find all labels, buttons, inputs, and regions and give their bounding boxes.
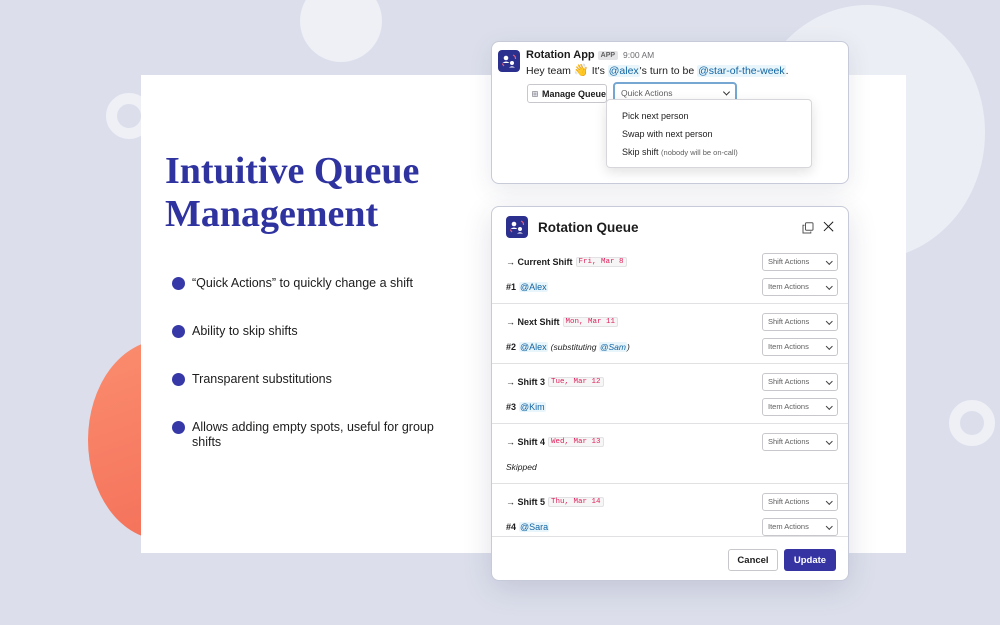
chevron-down-icon	[825, 437, 832, 444]
shift-date: Mon, Mar 11	[562, 316, 619, 327]
queue-item-row: #2 @Alex (substituting @Sam) Item Action…	[506, 334, 838, 359]
chevron-down-icon	[825, 282, 832, 289]
feature-text: “Quick Actions” to quickly change a shif…	[192, 276, 413, 290]
group-mention[interactable]: @star-of-the-week	[697, 65, 786, 77]
queue-icon	[532, 90, 538, 97]
quick-actions-menu: Pick next person Swap with next person S…	[606, 99, 812, 168]
item-actions-select[interactable]: Item Actions	[762, 517, 838, 536]
page-title: Intuitive Queue Management	[165, 150, 420, 235]
shift-group: → Current Shift Fri, Mar 8 Shift Actions…	[492, 249, 848, 304]
chevron-down-icon	[825, 342, 832, 349]
shift-actions-select[interactable]: Shift Actions	[762, 492, 838, 511]
person-mention[interactable]: @Sara	[519, 521, 550, 532]
chevron-down-icon	[825, 522, 832, 529]
queue-position: #3	[506, 401, 517, 412]
quick-actions-placeholder: Quick Actions	[621, 87, 673, 98]
feature-list: “Quick Actions” to quickly change a shif…	[172, 276, 447, 483]
modal-footer: Cancel Update	[492, 536, 848, 580]
shift-group: → Shift 4 Wed, Mar 13 Shift Actions Skip…	[492, 429, 848, 484]
feature-item: Allows adding empty spots, useful for gr…	[172, 420, 447, 450]
shift-date: Tue, Mar 12	[548, 376, 604, 387]
manage-queue-label: Manage Queue	[541, 88, 606, 99]
queue-item-row: #3 @Kim Item Actions	[506, 394, 838, 419]
rotation-app-icon	[506, 216, 528, 238]
chevron-down-icon	[825, 317, 832, 324]
shift-row: → Shift 3 Tue, Mar 12 Shift Actions	[506, 369, 838, 394]
person-mention[interactable]: @Alex	[519, 341, 548, 352]
bullet-icon	[172, 421, 185, 434]
message-header: Rotation App APP 9:00 AM	[526, 49, 654, 61]
shift-actions-select[interactable]: Shift Actions	[762, 252, 838, 271]
item-actions-select[interactable]: Item Actions	[762, 397, 838, 416]
shift-date: Fri, Mar 8	[575, 256, 627, 267]
chevron-down-icon	[825, 377, 832, 384]
chevron-down-icon	[722, 87, 731, 96]
shift-row: → Shift 4 Wed, Mar 13 Shift Actions	[506, 429, 838, 454]
feature-text: Transparent substitutions	[192, 372, 332, 386]
shift-row: → Next Shift Mon, Mar 11 Shift Actions	[506, 309, 838, 334]
bullet-icon	[172, 277, 185, 290]
item-actions-select[interactable]: Item Actions	[762, 277, 838, 296]
queue-position: #1	[506, 281, 517, 292]
modal-title: Rotation Queue	[538, 220, 639, 235]
wave-emoji-icon: 👋	[573, 63, 589, 77]
queue-position: #2	[506, 341, 517, 352]
decorative-circle	[300, 0, 382, 62]
copy-icon[interactable]	[802, 222, 814, 234]
skipped-row: Skipped	[506, 454, 838, 479]
app-name[interactable]: Rotation App	[526, 49, 595, 61]
shift-label: → Shift 4	[506, 436, 546, 447]
feature-item: “Quick Actions” to quickly change a shif…	[172, 276, 447, 291]
substituted-person-mention[interactable]: @Sam	[598, 341, 627, 352]
menu-item-note: (nobody will be on-call)	[661, 148, 738, 157]
shift-group: → Next Shift Mon, Mar 11 Shift Actions #…	[492, 309, 848, 364]
chevron-down-icon	[825, 497, 832, 504]
bullet-icon	[172, 325, 185, 338]
feature-item: Ability to skip shifts	[172, 324, 447, 339]
queue-position: #4	[506, 521, 517, 532]
message-time[interactable]: 9:00 AM	[623, 50, 654, 60]
update-button[interactable]: Update	[784, 549, 836, 571]
substitution-note: (substituting @Sam)	[550, 341, 630, 352]
user-mention[interactable]: @alex	[607, 65, 640, 77]
shift-label: → Shift 3	[506, 376, 546, 387]
queue-item-row: #1 @Alex Item Actions	[506, 274, 838, 299]
item-actions-select[interactable]: Item Actions	[762, 337, 838, 356]
person-mention[interactable]: @Alex	[519, 281, 548, 292]
menu-item-skip-shift[interactable]: Skip shift (nobody will be on-call)	[607, 145, 811, 163]
shift-group: → Shift 3 Tue, Mar 12 Shift Actions #3 @…	[492, 369, 848, 424]
cancel-button[interactable]: Cancel	[728, 549, 778, 571]
rotation-app-icon	[498, 50, 520, 72]
shift-actions-select[interactable]: Shift Actions	[762, 372, 838, 391]
shift-group: → Shift 5 Thu, Mar 14 Shift Actions #4 @…	[492, 489, 848, 539]
shift-row: → Current Shift Fri, Mar 8 Shift Actions	[506, 249, 838, 274]
feature-text: Ability to skip shifts	[192, 324, 298, 338]
feature-text: Allows adding empty spots, useful for gr…	[192, 420, 434, 449]
menu-item-pick-next[interactable]: Pick next person	[607, 109, 811, 127]
shift-actions-select[interactable]: Shift Actions	[762, 312, 838, 331]
rotation-queue-modal: Rotation Queue → Current Shift Fri, Mar …	[491, 206, 849, 581]
skipped-label: Skipped	[506, 461, 537, 472]
app-badge: APP	[597, 50, 619, 60]
shift-date: Wed, Mar 13	[548, 436, 604, 447]
chevron-down-icon	[825, 257, 832, 264]
shift-actions-select[interactable]: Shift Actions	[762, 432, 838, 451]
slack-message: Rotation App APP 9:00 AM Hey team 👋 It's…	[491, 41, 849, 184]
queue-list: → Current Shift Fri, Mar 8 Shift Actions…	[492, 244, 848, 543]
person-mention[interactable]: @Kim	[519, 401, 546, 412]
shift-row: → Shift 5 Thu, Mar 14 Shift Actions	[506, 489, 838, 514]
close-icon[interactable]	[822, 220, 836, 234]
shift-label: → Shift 5	[506, 496, 546, 507]
menu-item-swap-next[interactable]: Swap with next person	[607, 127, 811, 145]
shift-label: → Current Shift	[506, 256, 573, 267]
decorative-ring	[949, 400, 995, 446]
chevron-down-icon	[825, 402, 832, 409]
message-text: Hey team 👋 It's @alex's turn to be @star…	[526, 63, 789, 77]
manage-queue-button[interactable]: Manage Queue	[527, 84, 607, 103]
bullet-icon	[172, 373, 185, 386]
shift-label: → Next Shift	[506, 316, 560, 327]
feature-item: Transparent substitutions	[172, 372, 447, 387]
shift-date: Thu, Mar 14	[548, 496, 604, 507]
